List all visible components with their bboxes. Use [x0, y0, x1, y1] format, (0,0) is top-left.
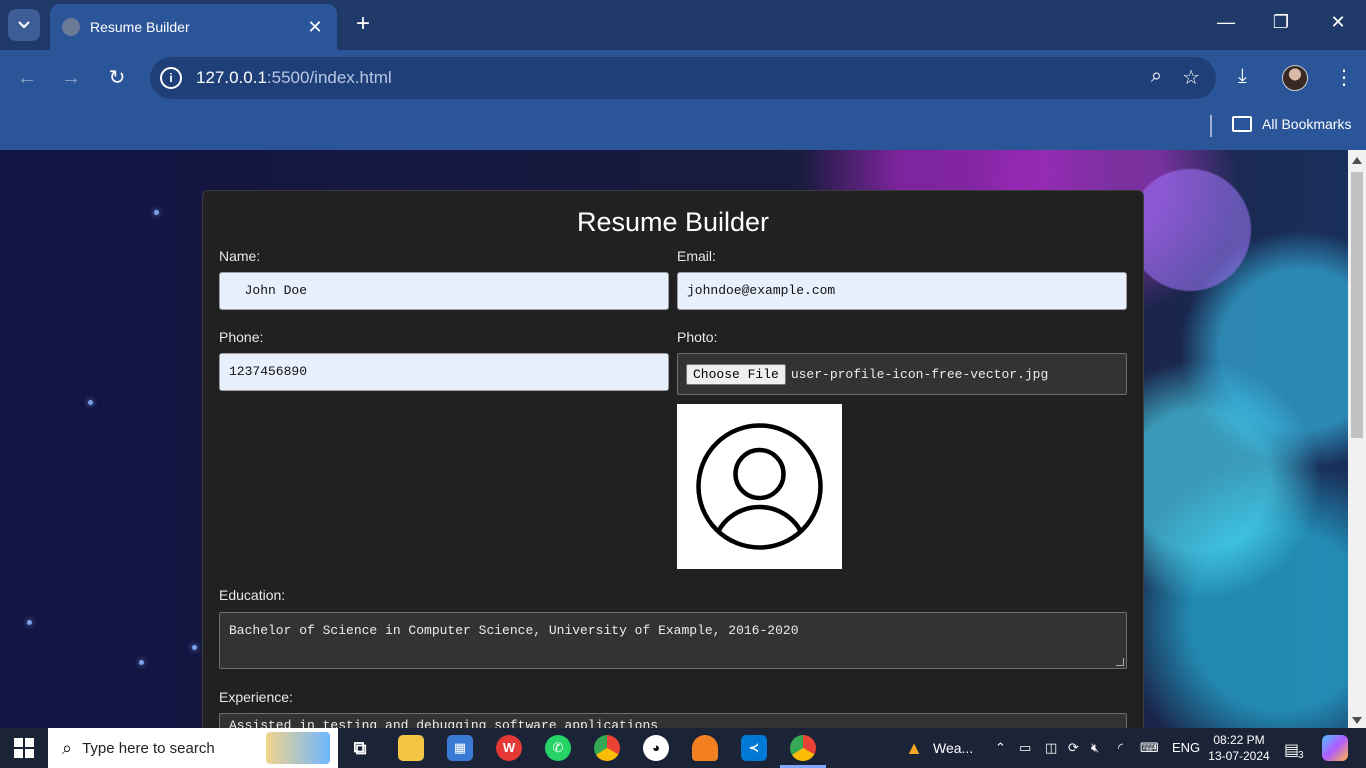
clock-date: 13-07-2024 [1208, 749, 1270, 763]
info-icon[interactable]: i [160, 67, 182, 89]
keyboard-icon[interactable]: ⌨ [1140, 740, 1159, 756]
whatsapp-icon[interactable]: ✆ [545, 735, 571, 761]
scroll-up-icon[interactable] [1352, 157, 1362, 164]
reload-icon[interactable]: ↻ [104, 65, 130, 91]
address-bar[interactable]: i 127.0.0.1:5500/index.html ⌕ ☆ [150, 57, 1216, 99]
page-scrollbar[interactable] [1348, 150, 1366, 728]
scroll-thumb[interactable] [1351, 172, 1363, 438]
phone-field[interactable]: 1237456890 [219, 353, 669, 391]
education-label: Education: [219, 587, 286, 603]
clock[interactable]: 08:22 PM 13-07-2024 [1206, 732, 1272, 764]
cloudflare-icon[interactable] [692, 735, 718, 761]
tab-search-icon[interactable] [8, 9, 40, 41]
background-sparkle [27, 620, 32, 625]
star-icon[interactable]: ☆ [1182, 65, 1200, 90]
windows-icon[interactable] [14, 738, 34, 758]
github-icon[interactable]: ◕ [643, 735, 669, 761]
new-tab-icon[interactable]: + [350, 12, 376, 38]
file-explorer-icon[interactable] [398, 735, 424, 761]
choose-file-button[interactable]: Choose File [686, 363, 786, 385]
minimize-icon[interactable]: — [1212, 12, 1240, 33]
taskbar: ⌕ Type here to search ⧉ ▦ W ✆ ◕ ≺ ▲ Wea.… [0, 728, 1366, 768]
download-icon[interactable]: ⤓ [1238, 65, 1247, 88]
photo-label: Photo: [677, 329, 718, 345]
tab-strip: Resume Builder ✕ + — ❐ ✕ [0, 0, 1366, 50]
chrome-icon[interactable] [594, 735, 620, 761]
experience-label: Experience: [219, 689, 293, 705]
search-placeholder: Type here to search [82, 739, 215, 757]
menu-icon[interactable]: ⋮ [1334, 65, 1354, 90]
education-text: Bachelor of Science in Computer Science,… [229, 623, 799, 638]
photo-preview [677, 404, 842, 569]
folder-icon [1232, 116, 1252, 132]
resume-form: Resume Builder Name: John Doe Email: joh… [202, 190, 1144, 728]
email-field[interactable]: johndoe@example.com [677, 272, 1127, 310]
page-viewport: Resume Builder Name: John Doe Email: joh… [0, 150, 1348, 728]
store-icon[interactable]: ▦ [447, 735, 473, 761]
education-textarea[interactable]: Bachelor of Science in Computer Science,… [219, 612, 1127, 669]
experience-textarea[interactable]: Assisted in testing and debugging softwa… [219, 713, 1127, 728]
taskbar-search[interactable]: ⌕ Type here to search [48, 728, 338, 768]
weather-icon[interactable]: ▲ [901, 735, 927, 761]
page-title: Resume Builder [576, 207, 770, 237]
clock-time: 08:22 PM [1213, 733, 1265, 747]
weather-label[interactable]: Wea... [933, 740, 973, 756]
notification-icon[interactable]: ▤ [1284, 740, 1299, 760]
bookmarks-divider [1210, 115, 1212, 137]
wifi-icon[interactable]: ◜ [1118, 740, 1123, 756]
notification-badge: 3 [1298, 750, 1304, 761]
search-highlight-icon [266, 732, 330, 764]
volume-muted-icon[interactable]: 🔇︎ [1091, 740, 1099, 756]
vscode-icon[interactable]: ≺ [741, 735, 767, 761]
background-sparkle [154, 210, 159, 215]
search-icon: ⌕ [62, 737, 73, 758]
tab-title: Resume Builder [90, 19, 190, 35]
window-close-icon[interactable]: ✕ [1324, 12, 1352, 33]
restore-icon[interactable]: ❐ [1267, 12, 1295, 33]
url-text[interactable]: 127.0.0.1:5500/index.html [196, 68, 392, 88]
tab-resume-builder[interactable]: Resume Builder ✕ [50, 4, 337, 50]
file-name: user-profile-icon-free-vector.jpg [790, 366, 1049, 382]
background-sparkle [192, 645, 197, 650]
close-icon[interactable]: ✕ [305, 17, 325, 38]
back-icon[interactable]: ← [14, 65, 40, 91]
background-sparkle [139, 660, 144, 665]
bookmarks-bar: All Bookmarks [0, 106, 1366, 150]
zoom-icon[interactable]: ⌕ [1151, 65, 1162, 90]
experience-text: Assisted in testing and debugging softwa… [229, 718, 659, 728]
scroll-down-icon[interactable] [1352, 717, 1362, 724]
resize-handle[interactable] [1116, 658, 1124, 666]
battery-icon[interactable]: ▭ [1019, 740, 1031, 756]
name-field[interactable]: John Doe [219, 272, 669, 310]
chevron-up-icon[interactable]: ⌃ [995, 740, 1006, 756]
wps-icon[interactable]: W [496, 735, 522, 761]
photo-file-input[interactable]: Choose File user-profile-icon-free-vecto… [677, 353, 1127, 395]
phone-label: Phone: [219, 329, 264, 345]
meet-icon[interactable]: ◫ [1045, 740, 1057, 756]
chrome-active-icon[interactable] [790, 735, 816, 761]
sync-icon[interactable]: ⟳ [1068, 740, 1079, 756]
email-label: Email: [677, 248, 716, 264]
globe-icon [62, 18, 80, 36]
browser-toolbar: ← → ↻ i 127.0.0.1:5500/index.html ⌕ ☆ ⤓ … [0, 50, 1366, 106]
profile-avatar[interactable] [1282, 65, 1308, 91]
forward-icon[interactable]: → [58, 65, 84, 91]
background-sparkle [88, 400, 93, 405]
copilot-icon[interactable] [1322, 735, 1348, 761]
task-view-icon[interactable]: ⧉ [347, 735, 373, 761]
name-label: Name: [219, 248, 261, 264]
user-profile-icon [696, 423, 823, 550]
all-bookmarks-link[interactable]: All Bookmarks [1262, 116, 1351, 132]
language-indicator[interactable]: ENG [1172, 740, 1200, 755]
